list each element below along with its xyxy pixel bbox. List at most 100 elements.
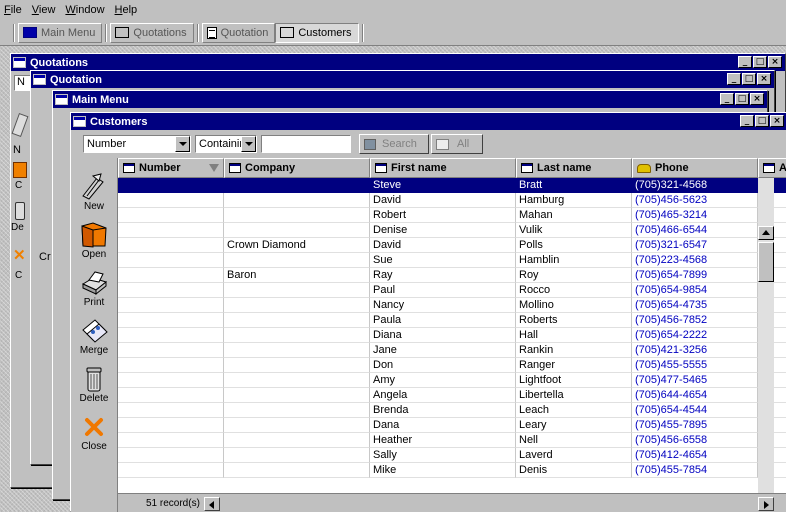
chevron-down-icon[interactable] [175,136,190,152]
menu-view[interactable]: View [32,4,56,16]
menu-help[interactable]: Help [115,4,138,16]
cell-number [118,298,224,313]
trash-icon [15,202,25,220]
scroll-left-button[interactable] [204,497,220,511]
cell-number [118,208,224,223]
table-row[interactable]: JaneRankin(705)421-325676 [118,343,786,358]
new-icon [82,173,104,200]
table-row[interactable]: NancyMollino(705)654-473565 [118,298,786,313]
close-button[interactable]: × [768,56,782,68]
table-row[interactable]: SallyLaverd(705)412-465478 [118,448,786,463]
table-row[interactable]: HeatherNell(705)456-655878 [118,433,786,448]
open-folder-icon [81,222,107,248]
sort-triangle-icon [209,164,219,172]
tab-quotation[interactable]: Quotation [201,22,276,43]
cell-company [224,283,370,298]
menu-file[interactable]: File [4,4,22,16]
column-header-first-name[interactable]: First name [370,158,516,178]
table-row[interactable]: RobertMahan(705)465-321445 [118,208,786,223]
cell-last-name: Bratt [516,178,632,193]
tab-main-menu[interactable]: Main Menu [18,22,103,43]
show-all-button[interactable]: All [431,134,483,154]
main-menu-titlebar[interactable]: Main Menu _ □ × [53,91,767,108]
minimize-button[interactable]: _ [738,56,752,68]
cell-last-name: Lightfoot [516,373,632,388]
cell-last-name: Roberts [516,313,632,328]
chevron-down-icon[interactable] [241,136,256,152]
quotation-titlebar[interactable]: Quotation _ □ × [31,71,774,88]
table-row[interactable]: AngelaLibertella(705)644-465478 [118,388,786,403]
print-button[interactable]: Print [71,268,117,316]
table-row[interactable]: PaulaRoberts(705)456-785212 [118,313,786,328]
operator-select[interactable]: Containing [195,135,257,153]
customers-titlebar[interactable]: Customers _ □ × [71,113,786,130]
column-header-company[interactable]: Company [224,158,370,178]
maximize-button[interactable]: □ [753,56,767,68]
cell-first-name: Sally [370,448,516,463]
table-row[interactable]: MikeDenis(705)455-785476 [118,463,786,478]
cell-number [118,283,224,298]
table-row[interactable]: SueHamblin(705)223-456835 [118,253,786,268]
list-icon [229,163,241,173]
table-row[interactable]: Crown DiamondDavidPolls(705)321-654734 [118,238,786,253]
list-icon [436,138,449,150]
field-select[interactable]: Number [83,135,191,153]
tab-label: Main Menu [41,26,96,39]
quotations-titlebar[interactable]: Quotations _ □ × [11,54,785,71]
table-row[interactable]: BrendaLeach(705)654-454476 [118,403,786,418]
cell-company [224,298,370,313]
tab-customers[interactable]: Customers [275,22,359,43]
sidebar-label: C [15,270,23,281]
cell-last-name: Roy [516,268,632,283]
minimize-button[interactable]: _ [720,93,734,105]
table-row[interactable]: DavidHamburg(705)456-562365 [118,193,786,208]
cell-first-name: Mike [370,463,516,478]
column-header-number[interactable]: Number [118,158,224,178]
table-row[interactable]: BaronRayRoy(705)654-789954 [118,268,786,283]
scroll-up-button[interactable] [758,226,774,240]
vertical-scrollbar[interactable] [758,178,774,493]
minimize-button[interactable]: _ [727,73,741,85]
cell-last-name: Hamburg [516,193,632,208]
cell-company [224,463,370,478]
column-header-last-name[interactable]: Last name [516,158,632,178]
menu-window[interactable]: Window [65,4,104,16]
column-header-phone[interactable]: Phone [632,158,758,178]
merge-button[interactable]: Merge [71,316,117,364]
cell-phone: (705)456-5623 [632,193,758,208]
cell-number [118,373,224,388]
table-row[interactable]: DonRanger(705)455-555565 [118,358,786,373]
close-button[interactable]: × [750,93,764,105]
tool-label: Close [81,441,107,452]
maximize-button[interactable]: □ [742,73,756,85]
tab-quotations[interactable]: Quotations [110,22,194,43]
delete-button[interactable]: Delete [71,364,117,412]
table-row[interactable]: DeniseVulik(705)466-654456 [118,223,786,238]
search-input[interactable] [261,135,351,153]
maximize-button[interactable]: □ [755,115,769,127]
table-row[interactable]: PaulRocco(705)654-985487 [118,283,786,298]
table-row[interactable]: DanaLeary(705)455-789587 [118,418,786,433]
window-title: Customers [90,115,148,128]
cell-number [118,268,224,283]
close-button[interactable]: × [770,115,784,127]
cell-last-name: Nell [516,433,632,448]
close-x-icon [85,418,103,436]
column-header-a[interactable]: A [758,158,786,178]
minimize-button[interactable]: _ [740,115,754,127]
table-row[interactable]: DianaHall(705)654-222277 [118,328,786,343]
close-tool-button[interactable]: Close [71,412,117,460]
scroll-thumb[interactable] [758,242,774,282]
search-button[interactable]: Search [359,134,429,154]
scroll-right-button[interactable] [758,497,774,511]
document-icon [33,74,46,85]
maximize-button[interactable]: □ [735,93,749,105]
cell-last-name: Laverd [516,448,632,463]
cell-first-name: Robert [370,208,516,223]
close-button[interactable]: × [757,73,771,85]
open-button[interactable]: Open [71,220,117,268]
table-row[interactable]: AmyLightfoot(705)477-546598 [118,373,786,388]
cell-phone: (705)321-6547 [632,238,758,253]
table-row[interactable]: SteveBratt(705)321-456849 [118,178,786,193]
new-button[interactable]: New [71,172,117,220]
